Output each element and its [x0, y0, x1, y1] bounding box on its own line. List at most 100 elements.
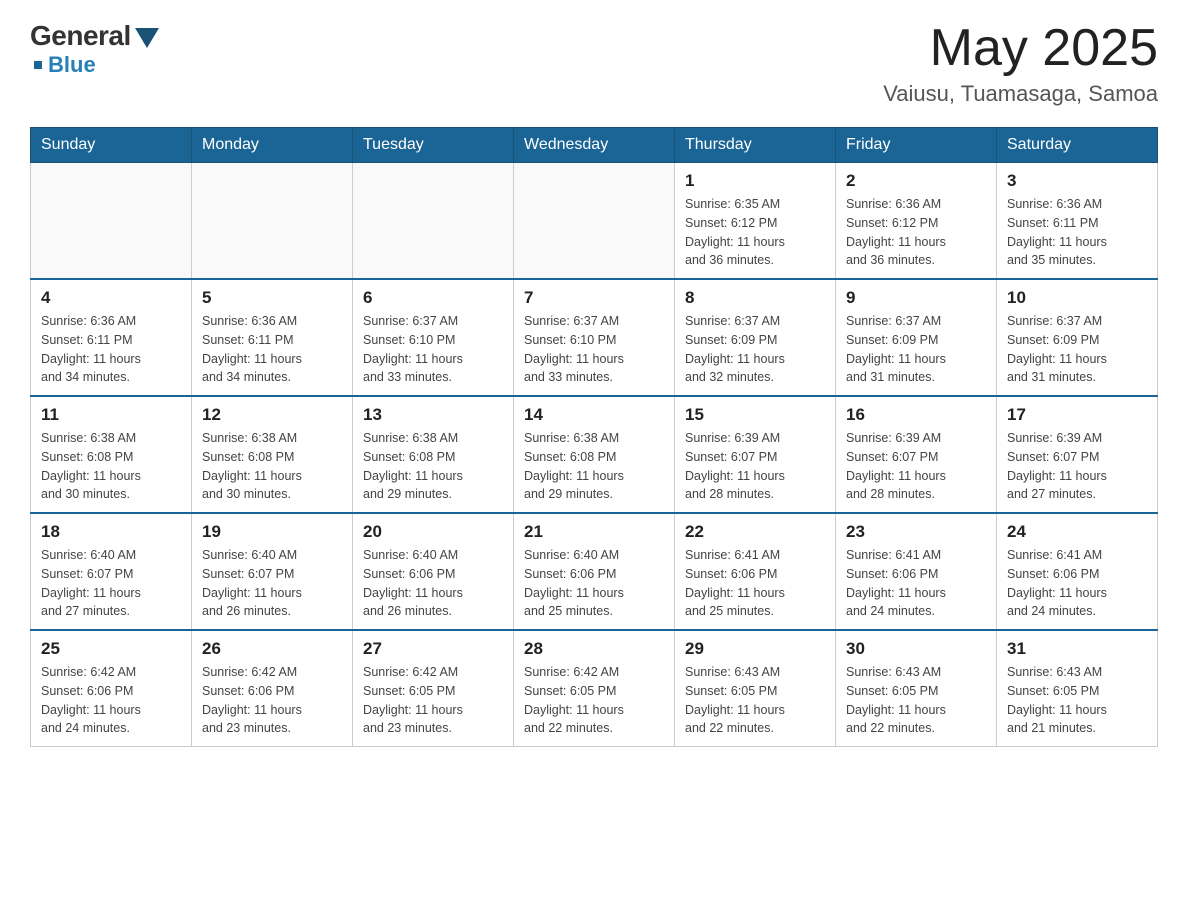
day-number: 5 — [202, 288, 342, 308]
calendar-day-cell: 23 Sunrise: 6:41 AMSunset: 6:06 PMDayligh… — [836, 513, 997, 630]
calendar-day-cell: 14Sunrise: 6:38 AMSunset: 6:08 PMDayligh… — [514, 396, 675, 513]
day-info: Sunrise: 6:42 AMSunset: 6:05 PMDaylight:… — [363, 663, 503, 738]
day-number: 6 — [363, 288, 503, 308]
day-info: Sunrise: 6:42 AMSunset: 6:06 PMDaylight:… — [41, 663, 181, 738]
day-info: Sunrise: 6:37 AMSunset: 6:10 PMDaylight:… — [524, 312, 664, 387]
calendar-day-cell: 17 Sunrise: 6:39 AMSunset: 6:07 PMDayligh… — [997, 396, 1158, 513]
logo-triangle-icon — [135, 28, 159, 48]
weekday-header-friday: Friday — [836, 128, 997, 163]
weekday-header-tuesday: Tuesday — [353, 128, 514, 163]
day-number: 20 — [363, 522, 503, 542]
day-number: 16 — [846, 405, 986, 425]
day-number: 3 — [1007, 171, 1147, 191]
calendar-day-cell: 5 Sunrise: 6:36 AMSunset: 6:11 PMDaylight… — [192, 279, 353, 396]
day-info: Sunrise: 6:36 AMSunset: 6:11 PMDaylight:… — [202, 312, 342, 387]
calendar-day-cell: 25 Sunrise: 6:42 AMSunset: 6:06 PMDayligh… — [31, 630, 192, 747]
day-info: Sunrise: 6:43 AMSunset: 6:05 PMDaylight:… — [685, 663, 825, 738]
day-number: 17 — [1007, 405, 1147, 425]
day-number: 1 — [685, 171, 825, 191]
calendar-day-cell: 18 Sunrise: 6:40 AMSunset: 6:07 PMDayligh… — [31, 513, 192, 630]
weekday-header-saturday: Saturday — [997, 128, 1158, 163]
calendar-day-cell: 20 Sunrise: 6:40 AMSunset: 6:06 PMDayligh… — [353, 513, 514, 630]
day-info: Sunrise: 6:41 AMSunset: 6:06 PMDaylight:… — [846, 546, 986, 621]
day-number: 22 — [685, 522, 825, 542]
month-title: May 2025 — [883, 20, 1158, 77]
calendar-week-row: 11 Sunrise: 6:38 AMSunset: 6:08 PMDayligh… — [31, 396, 1158, 513]
day-info: Sunrise: 6:36 AMSunset: 6:11 PMDaylight:… — [1007, 195, 1147, 270]
calendar-day-cell: 9 Sunrise: 6:37 AMSunset: 6:09 PMDaylight… — [836, 279, 997, 396]
calendar-day-cell: 2Sunrise: 6:36 AMSunset: 6:12 PMDaylight… — [836, 163, 997, 280]
day-number: 4 — [41, 288, 181, 308]
calendar-day-cell: 1 Sunrise: 6:35 AMSunset: 6:12 PMDaylight… — [675, 163, 836, 280]
calendar-day-cell — [192, 163, 353, 280]
day-info: Sunrise: 6:40 AMSunset: 6:06 PMDaylight:… — [363, 546, 503, 621]
day-number: 26 — [202, 639, 342, 659]
weekday-header-sunday: Sunday — [31, 128, 192, 163]
day-number: 23 — [846, 522, 986, 542]
calendar-day-cell: 13Sunrise: 6:38 AMSunset: 6:08 PMDayligh… — [353, 396, 514, 513]
calendar-day-cell: 12 Sunrise: 6:38 AMSunset: 6:08 PMDayligh… — [192, 396, 353, 513]
day-number: 30 — [846, 639, 986, 659]
day-info: Sunrise: 6:42 AMSunset: 6:05 PMDaylight:… — [524, 663, 664, 738]
logo-blue-text: Blue — [48, 52, 96, 78]
day-number: 8 — [685, 288, 825, 308]
day-info: Sunrise: 6:37 AMSunset: 6:09 PMDaylight:… — [1007, 312, 1147, 387]
day-info: Sunrise: 6:40 AMSunset: 6:07 PMDaylight:… — [41, 546, 181, 621]
day-number: 12 — [202, 405, 342, 425]
calendar-week-row: 4 Sunrise: 6:36 AMSunset: 6:11 PMDaylight… — [31, 279, 1158, 396]
day-info: Sunrise: 6:39 AMSunset: 6:07 PMDaylight:… — [846, 429, 986, 504]
day-number: 25 — [41, 639, 181, 659]
calendar-day-cell: 30 Sunrise: 6:43 AMSunset: 6:05 PMDayligh… — [836, 630, 997, 747]
day-info: Sunrise: 6:37 AMSunset: 6:10 PMDaylight:… — [363, 312, 503, 387]
day-info: Sunrise: 6:42 AMSunset: 6:06 PMDaylight:… — [202, 663, 342, 738]
calendar-day-cell: 3 Sunrise: 6:36 AMSunset: 6:11 PMDaylight… — [997, 163, 1158, 280]
day-number: 24 — [1007, 522, 1147, 542]
day-info: Sunrise: 6:38 AMSunset: 6:08 PMDaylight:… — [41, 429, 181, 504]
day-number: 31 — [1007, 639, 1147, 659]
calendar-day-cell: 6 Sunrise: 6:37 AMSunset: 6:10 PMDaylight… — [353, 279, 514, 396]
calendar-day-cell: 15 Sunrise: 6:39 AMSunset: 6:07 PMDayligh… — [675, 396, 836, 513]
calendar-day-cell: 4Sunrise: 6:36 AMSunset: 6:11 PMDaylight… — [31, 279, 192, 396]
calendar-week-row: 18 Sunrise: 6:40 AMSunset: 6:07 PMDayligh… — [31, 513, 1158, 630]
day-number: 29 — [685, 639, 825, 659]
calendar-day-cell: 10 Sunrise: 6:37 AMSunset: 6:09 PMDayligh… — [997, 279, 1158, 396]
calendar-week-row: 25 Sunrise: 6:42 AMSunset: 6:06 PMDayligh… — [31, 630, 1158, 747]
day-info: Sunrise: 6:43 AMSunset: 6:05 PMDaylight:… — [846, 663, 986, 738]
day-info: Sunrise: 6:36 AMSunset: 6:12 PMDaylight:… — [846, 195, 986, 270]
location-title: Vaiusu, Tuamasaga, Samoa — [883, 81, 1158, 107]
calendar-day-cell: 31 Sunrise: 6:43 AMSunset: 6:05 PMDayligh… — [997, 630, 1158, 747]
calendar-day-cell: 16 Sunrise: 6:39 AMSunset: 6:07 PMDayligh… — [836, 396, 997, 513]
day-info: Sunrise: 6:41 AMSunset: 6:06 PMDaylight:… — [685, 546, 825, 621]
day-number: 10 — [1007, 288, 1147, 308]
calendar-day-cell: 22 Sunrise: 6:41 AMSunset: 6:06 PMDayligh… — [675, 513, 836, 630]
calendar-day-cell: 8 Sunrise: 6:37 AMSunset: 6:09 PMDaylight… — [675, 279, 836, 396]
calendar-day-cell: 21Sunrise: 6:40 AMSunset: 6:06 PMDayligh… — [514, 513, 675, 630]
day-number: 15 — [685, 405, 825, 425]
calendar-day-cell: 7Sunrise: 6:37 AMSunset: 6:10 PMDaylight… — [514, 279, 675, 396]
calendar-day-cell: 27 Sunrise: 6:42 AMSunset: 6:05 PMDayligh… — [353, 630, 514, 747]
day-info: Sunrise: 6:38 AMSunset: 6:08 PMDaylight:… — [524, 429, 664, 504]
day-number: 19 — [202, 522, 342, 542]
calendar-day-cell — [31, 163, 192, 280]
day-info: Sunrise: 6:38 AMSunset: 6:08 PMDaylight:… — [363, 429, 503, 504]
logo-general-text: General — [30, 20, 131, 52]
day-info: Sunrise: 6:37 AMSunset: 6:09 PMDaylight:… — [685, 312, 825, 387]
day-info: Sunrise: 6:39 AMSunset: 6:07 PMDaylight:… — [1007, 429, 1147, 504]
day-info: Sunrise: 6:41 AMSunset: 6:06 PMDaylight:… — [1007, 546, 1147, 621]
calendar-week-row: 1 Sunrise: 6:35 AMSunset: 6:12 PMDaylight… — [31, 163, 1158, 280]
calendar-day-cell — [353, 163, 514, 280]
calendar-day-cell — [514, 163, 675, 280]
day-info: Sunrise: 6:38 AMSunset: 6:08 PMDaylight:… — [202, 429, 342, 504]
day-info: Sunrise: 6:39 AMSunset: 6:07 PMDaylight:… — [685, 429, 825, 504]
day-number: 11 — [41, 405, 181, 425]
day-number: 27 — [363, 639, 503, 659]
day-number: 9 — [846, 288, 986, 308]
day-info: Sunrise: 6:35 AMSunset: 6:12 PMDaylight:… — [685, 195, 825, 270]
weekday-header-wednesday: Wednesday — [514, 128, 675, 163]
weekday-header-row: SundayMondayTuesdayWednesdayThursdayFrid… — [31, 128, 1158, 163]
title-block: May 2025 Vaiusu, Tuamasaga, Samoa — [883, 20, 1158, 107]
calendar-day-cell: 24 Sunrise: 6:41 AMSunset: 6:06 PMDayligh… — [997, 513, 1158, 630]
day-number: 18 — [41, 522, 181, 542]
day-info: Sunrise: 6:37 AMSunset: 6:09 PMDaylight:… — [846, 312, 986, 387]
day-info: Sunrise: 6:43 AMSunset: 6:05 PMDaylight:… — [1007, 663, 1147, 738]
